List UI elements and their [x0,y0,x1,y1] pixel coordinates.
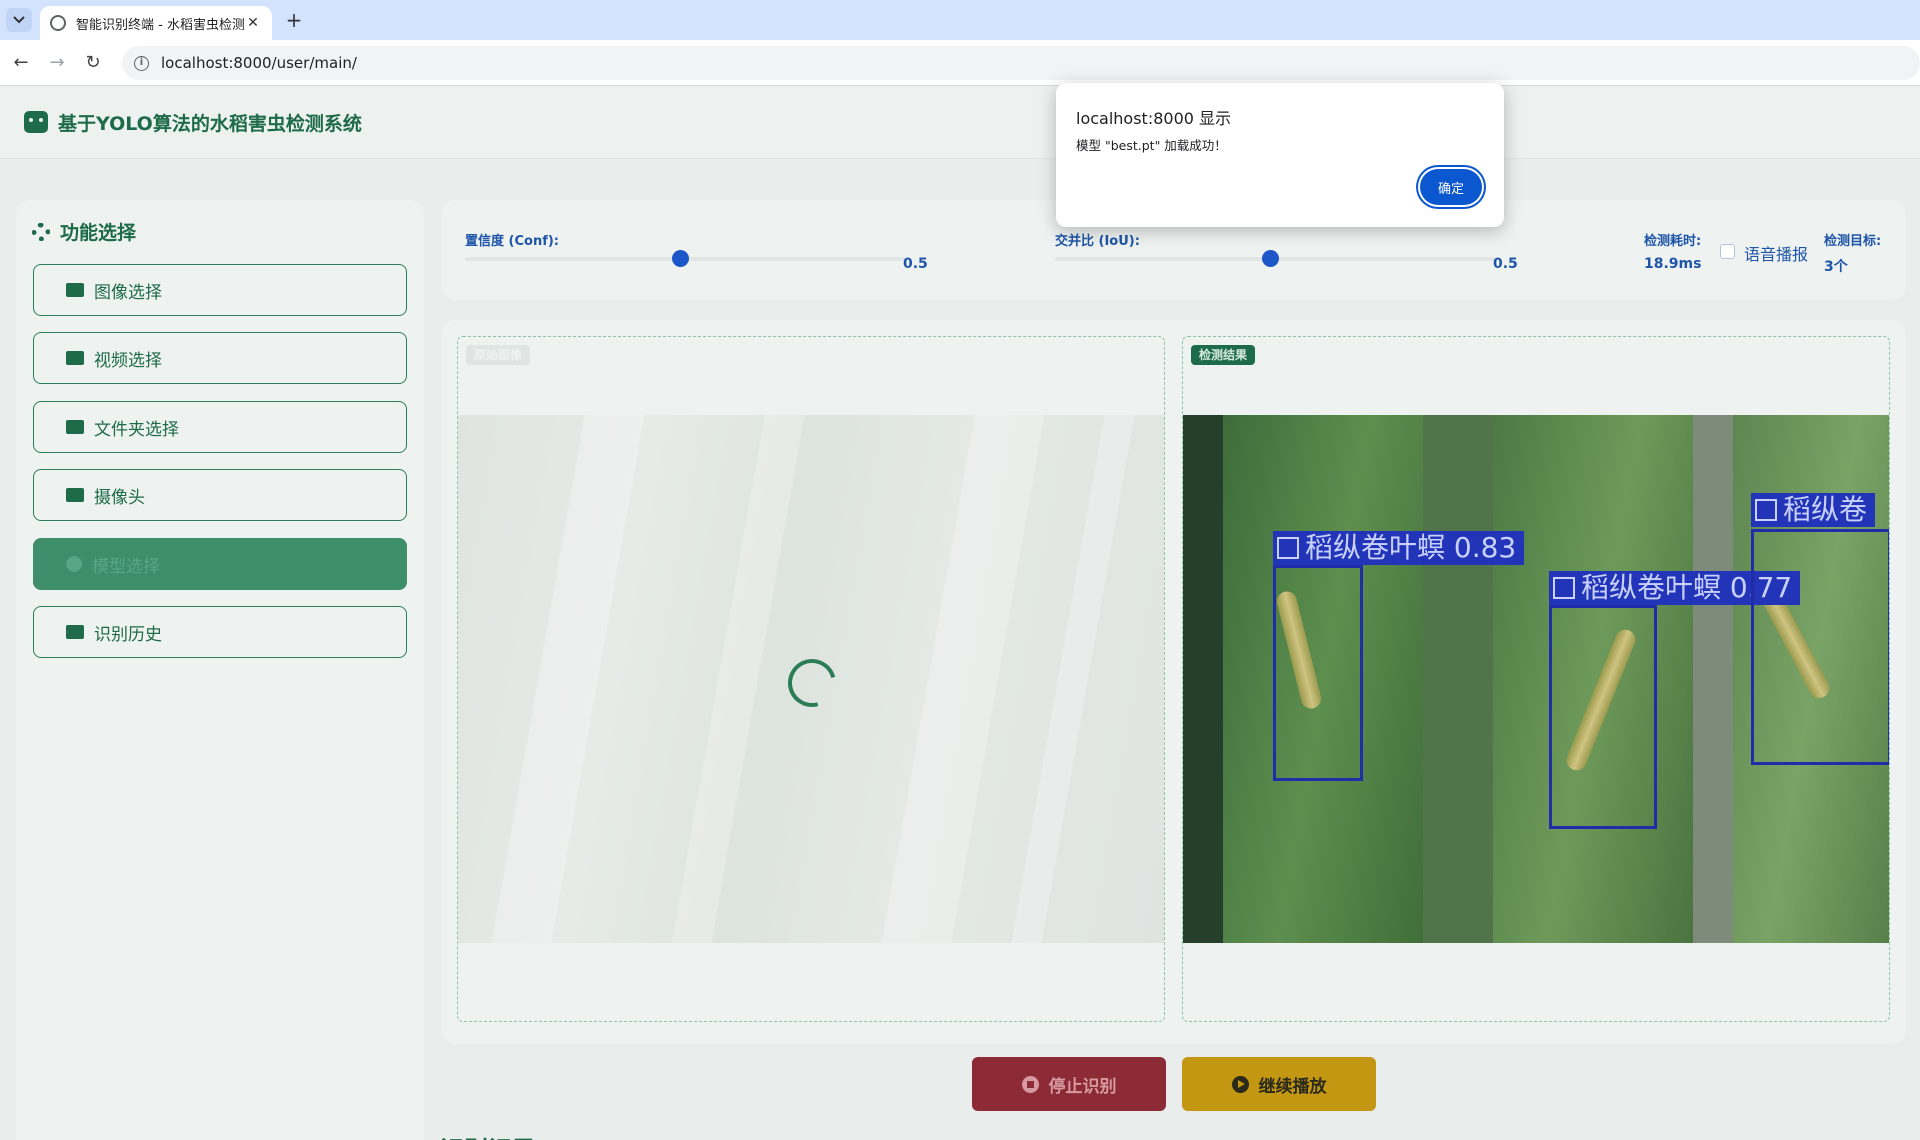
result-panel: 检测结果 稻纵卷叶螟 0.83 稻纵卷叶螟 0.77 稻纵卷 [1182,336,1890,1022]
site-info-icon[interactable]: i [134,55,149,71]
reload-icon[interactable]: ↻ [80,50,106,76]
alert-dialog: localhost:8000 显示 模型 "best.pt" 加载成功！ 确定 [1056,83,1504,227]
sidebar-item-label: 摄像头 [94,487,145,508]
display-area: 原始图像 检测结果 稻纵卷叶螟 0.83 稻纵卷叶螟 0.77 稻纵卷 [442,320,1906,1044]
stop-detection-button[interactable]: 停止识别 [972,1057,1166,1111]
tab-title: 智能识别终端 - 水稻害虫检测系 [76,17,244,33]
browser-tab[interactable]: 智能识别终端 - 水稻害虫检测系 ✕ [40,6,272,40]
dialog-ok-button[interactable]: 确定 [1420,169,1482,205]
stop-icon [1021,1075,1039,1093]
stop-button-label: 停止识别 [1048,1076,1117,1097]
history-section-heading: 识别记录 [440,1130,536,1140]
sidebar-item-video[interactable]: 视频选择 [33,332,407,384]
sidebar-item-image[interactable]: 图像选择 [33,264,407,316]
target-label: 检测目标: [1824,234,1882,249]
original-badge: 原始图像 [466,345,531,365]
detection-label: 稻纵卷叶螟 0.83 [1273,531,1525,565]
tab-close-icon[interactable]: ✕ [244,15,262,31]
sidebar-item-history[interactable]: 识别历史 [33,606,407,658]
sidebar-item-label: 文件夹选择 [94,419,179,440]
dialog-message: 模型 "best.pt" 加载成功！ [1076,138,1227,153]
detection-result-image: 稻纵卷叶螟 0.83 稻纵卷叶螟 0.77 稻纵卷 [1183,415,1889,943]
new-tab-button[interactable]: + [282,8,306,32]
sidebar: 功能选择 图像选择 视频选择 文件夹选择 摄像头 模型选择 识别历史 [16,200,424,1140]
camera-icon [66,488,84,502]
image-icon [66,283,84,297]
detection-label: 稻纵卷 [1751,493,1876,527]
back-arrow-icon[interactable]: ← [8,50,34,76]
time-label: 检测耗时: [1644,234,1702,249]
page: 基于YOLO算法的水稻害虫检测系统 功能选择 图像选择 视频选择 文件夹选择 摄… [0,87,1920,1140]
browser-tab-bar: 智能识别终端 - 水稻害虫检测系 ✕ + [0,0,1920,40]
sidebar-item-label: 识别历史 [94,624,162,645]
forward-arrow-icon[interactable]: → [44,50,70,76]
original-image-panel: 原始图像 [457,336,1165,1022]
sidebar-item-label: 视频选择 [94,350,162,371]
sidebar-title-text: 功能选择 [60,222,137,244]
detection-box [1549,605,1657,829]
robot-icon [24,111,48,133]
conf-label: 置信度 (Conf): [465,234,559,249]
iou-slider-thumb[interactable] [1262,250,1279,267]
detection-box [1273,565,1363,781]
iou-label: 交并比 (IoU): [1055,234,1140,249]
loading-spinner-icon [779,650,845,716]
result-badge: 检测结果 [1191,345,1256,365]
sidebar-item-folder[interactable]: 文件夹选择 [33,401,407,453]
sidebar-item-label: 图像选择 [94,282,162,303]
target-value: 3个 [1824,259,1848,275]
sidebar-item-label: 模型选择 [92,556,160,577]
video-icon [66,351,84,365]
browser-toolbar: ← → ↻ i localhost:8000/user/main/ [0,40,1920,86]
folder-icon [66,420,84,434]
sidebar-item-camera[interactable]: 摄像头 [33,469,407,521]
detection-box [1751,529,1889,765]
iou-value: 0.5 [1493,256,1518,272]
history-icon [66,625,84,639]
time-value: 18.9ms [1644,256,1702,272]
continue-play-button[interactable]: 继续播放 [1182,1057,1376,1111]
gear-icon [32,222,50,241]
sidebar-item-model[interactable]: 模型选择 [33,538,407,590]
voice-label[interactable]: 语音播报 [1744,241,1808,265]
detection-label-text: 稻纵卷叶螟 0.83 [1305,531,1517,564]
tab-list-chevron-icon[interactable] [6,8,32,32]
conf-slider-thumb[interactable] [672,250,689,267]
url-text: localhost:8000/user/main/ [161,54,357,72]
app-title: 基于YOLO算法的水稻害虫检测系统 [58,113,362,135]
voice-checkbox[interactable] [1720,244,1735,259]
original-image [458,415,1164,943]
sidebar-title: 功能选择 [32,218,136,245]
address-bar[interactable]: i localhost:8000/user/main/ [122,46,1920,80]
detection-label-text: 稻纵卷 [1783,493,1868,526]
play-button-label: 继续播放 [1258,1076,1327,1097]
app-header: 基于YOLO算法的水稻害虫检测系统 [0,87,1920,159]
play-icon [1231,1075,1249,1093]
dialog-title: localhost:8000 显示 [1076,109,1232,128]
conf-value: 0.5 [903,256,928,272]
brain-icon [66,556,82,572]
globe-icon [50,15,66,31]
